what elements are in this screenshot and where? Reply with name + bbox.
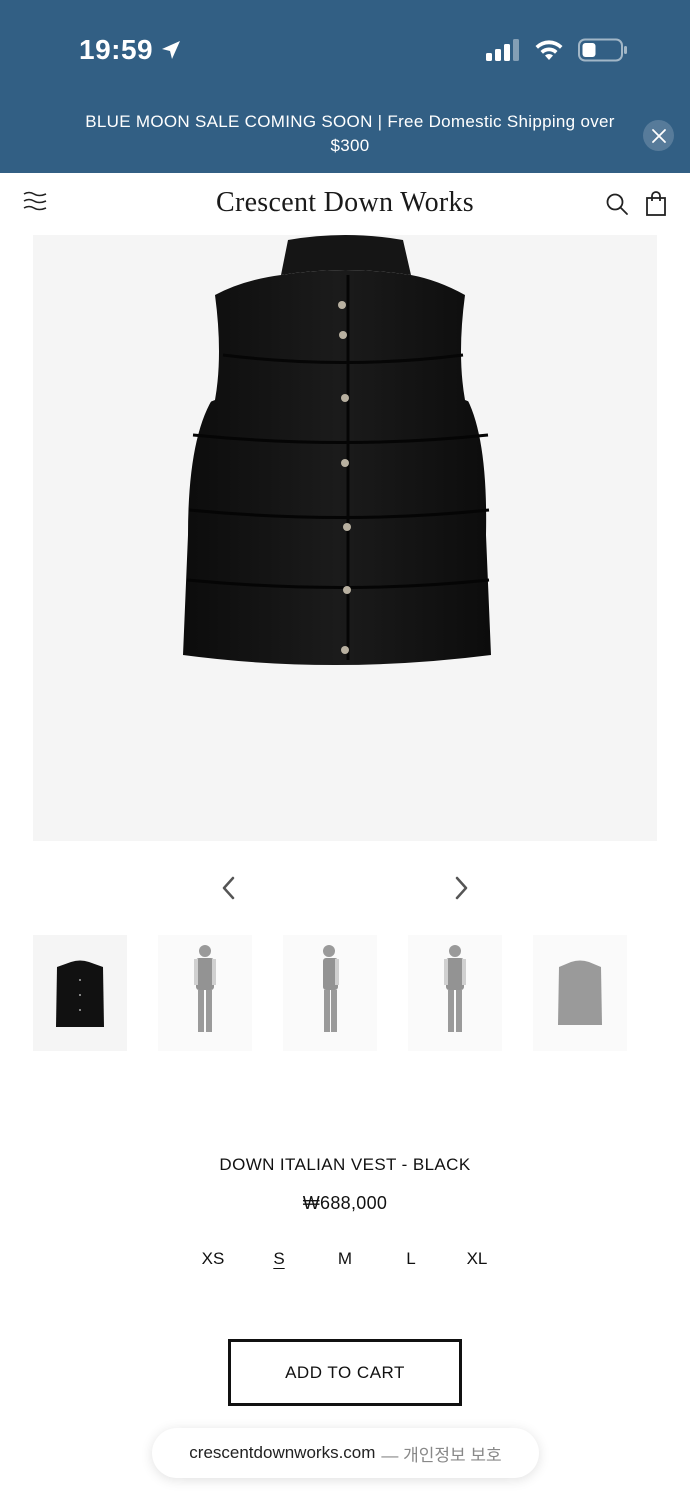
size-option-xs[interactable]: XS bbox=[193, 1249, 233, 1269]
vest-gray-thumbnail-image bbox=[558, 960, 602, 1025]
product-title: DOWN ITALIAN VEST - BLACK bbox=[219, 1155, 471, 1174]
status-time: 19:59 bbox=[79, 34, 183, 66]
announcement-text: BLUE MOON SALE COMING SOON | Free Domest… bbox=[85, 112, 615, 155]
model-side-image bbox=[323, 945, 339, 1032]
thumbnail-model-side[interactable] bbox=[283, 935, 377, 1051]
battery-icon bbox=[578, 38, 627, 62]
size-option-l[interactable]: L bbox=[391, 1249, 431, 1269]
cart-button[interactable] bbox=[645, 191, 667, 222]
vest-image bbox=[183, 235, 492, 665]
status-icons bbox=[486, 38, 628, 62]
top-bar: 19:59 BLUE MOON SALE COMING SOON | Free … bbox=[0, 0, 690, 173]
size-option-s[interactable]: S bbox=[259, 1249, 299, 1269]
bag-icon bbox=[646, 191, 666, 216]
vest-thumbnail-image bbox=[56, 960, 104, 1027]
product-price: ₩688,000 bbox=[302, 1193, 388, 1213]
search-button[interactable] bbox=[605, 192, 629, 221]
browser-address-bar[interactable]: crescentdownworks.com — 개인정보 보호 bbox=[152, 1428, 539, 1478]
site-brand[interactable]: Crescent Down Works bbox=[0, 187, 690, 219]
chevron-right-icon bbox=[455, 876, 468, 900]
model-back-image bbox=[444, 945, 466, 1032]
browser-privacy-label: — 개인정보 보호 bbox=[381, 1445, 502, 1465]
thumbnail-model-front[interactable] bbox=[158, 935, 252, 1051]
location-arrow-icon bbox=[162, 41, 181, 59]
gallery-prev-button[interactable] bbox=[214, 873, 244, 903]
size-option-m[interactable]: M bbox=[325, 1249, 365, 1269]
chevron-left-icon bbox=[222, 876, 235, 900]
status-time-text: 19:59 bbox=[79, 34, 154, 65]
add-to-cart-label: ADD TO CART bbox=[285, 1362, 405, 1382]
thumbnail-vest-front[interactable] bbox=[33, 935, 127, 1051]
model-front-image bbox=[194, 945, 216, 1032]
thumbnail-model-back[interactable] bbox=[408, 935, 502, 1051]
search-icon bbox=[606, 193, 628, 215]
announcement-close-button[interactable] bbox=[643, 120, 674, 151]
size-option-xl[interactable]: XL bbox=[457, 1249, 497, 1269]
gallery-next-button[interactable] bbox=[446, 873, 476, 903]
wifi-icon bbox=[535, 40, 563, 60]
site-header: Crescent Down Works bbox=[0, 173, 690, 235]
add-to-cart-button[interactable]: ADD TO CART bbox=[228, 1339, 462, 1406]
product-main-image[interactable] bbox=[33, 235, 657, 841]
cellular-signal-icon bbox=[486, 39, 519, 61]
close-icon bbox=[651, 128, 666, 143]
thumbnail-vest-gray[interactable] bbox=[533, 935, 627, 1051]
browser-domain: crescentdownworks.com bbox=[189, 1443, 376, 1462]
